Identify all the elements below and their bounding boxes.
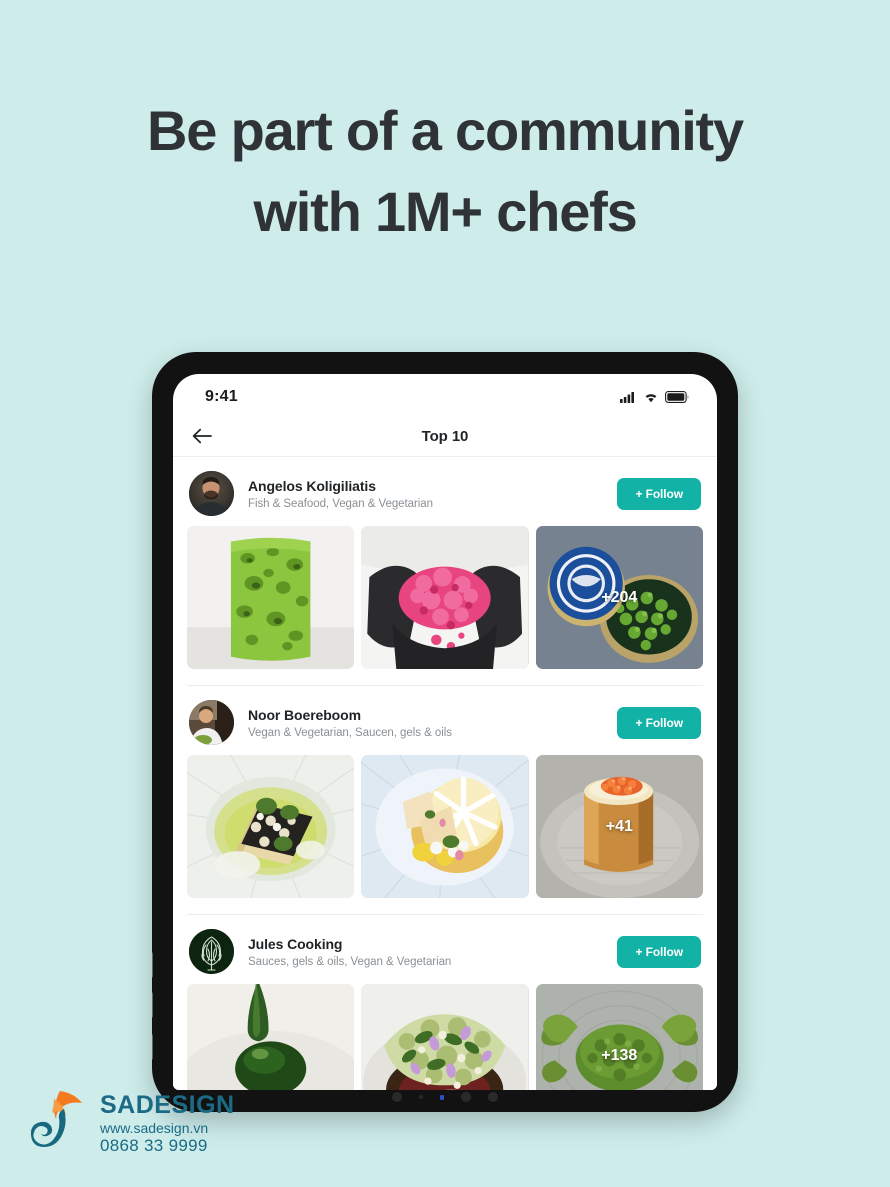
watermark-brand: SADESIGN	[100, 1090, 235, 1119]
headline-line-2: with 1M+ chefs	[253, 180, 637, 244]
follow-button[interactable]: + Follow	[617, 706, 701, 739]
status-bar: 9:41	[173, 374, 717, 416]
follow-button[interactable]: + Follow	[617, 935, 701, 968]
bezel-indicator-light	[440, 1094, 444, 1100]
screen-title: Top 10	[421, 427, 469, 445]
chef-tags: Vegan & Vegetarian, Saucen, gels & oils	[248, 726, 452, 739]
chef-photo-row: +204	[187, 526, 703, 685]
device-volume-down-button[interactable]	[152, 992, 153, 1018]
lemon-tart-plated-photo[interactable]	[361, 755, 529, 898]
photo-image	[535, 984, 703, 1090]
watermark-url: www.sadesign.vn	[100, 1119, 209, 1136]
green-caviar-tin-photo[interactable]: +204	[535, 526, 703, 669]
artichoke-logo-icon	[189, 929, 234, 974]
chef-photo-row: +138	[187, 984, 703, 1090]
chef-tags: Sauces, gels & oils, Vegan & Vegetarian	[248, 955, 452, 968]
app-navigation-bar: Top 10	[173, 416, 717, 457]
chef-info: Jules Cooking Sauces, gels & oils, Vegan…	[234, 936, 617, 968]
device-screen: 9:41 Top 10 Angelos Koligiliatis Fish & …	[173, 374, 717, 1090]
chef-row[interactable]: Noor Boereboom Vegan & Vegetarian, Sauce…	[187, 685, 703, 755]
page-title: Be part of a community with 1M+ chefs	[0, 88, 890, 254]
device-power-button[interactable]	[152, 1034, 153, 1060]
green-oil-tart-photo[interactable]	[187, 755, 355, 898]
wifi-icon	[645, 394, 657, 403]
headline-line-1: Be part of a community	[147, 99, 744, 162]
battery-icon	[665, 391, 689, 403]
chef-list: Angelos Koligiliatis Fish & Seafood, Veg…	[173, 457, 717, 1090]
chef-block: Noor Boereboom Vegan & Vegetarian, Sauce…	[173, 685, 717, 914]
status-bar-time: 9:41	[205, 388, 238, 405]
photo-image	[187, 755, 355, 898]
chef-info: Noor Boereboom Vegan & Vegetarian, Sauce…	[234, 707, 617, 739]
chef-row[interactable]: Angelos Koligiliatis Fish & Seafood, Veg…	[187, 457, 703, 526]
herb-crust-flowers-photo[interactable]	[361, 984, 529, 1090]
follow-button[interactable]: + Follow	[617, 477, 701, 510]
bezel-dot	[461, 1092, 471, 1102]
chef-name: Angelos Koligiliatis	[248, 477, 376, 494]
photo-more-count-badge: +138	[601, 1046, 638, 1064]
photo-image	[187, 526, 355, 669]
caviar-cylinder-photo[interactable]: +41	[535, 755, 703, 898]
chef-row[interactable]: Jules Cooking Sauces, gels & oils, Vegan…	[187, 914, 703, 984]
bezel-dot	[488, 1092, 498, 1102]
bezel-dot	[392, 1092, 402, 1102]
green-crab-photo[interactable]: +138	[535, 984, 703, 1090]
photo-image	[361, 755, 529, 898]
green-oil-droplets-photo[interactable]	[187, 984, 355, 1090]
chef-info: Angelos Koligiliatis Fish & Seafood, Veg…	[234, 478, 617, 510]
sadesign-logo	[30, 1091, 82, 1147]
device-bezel-indicators	[152, 1092, 738, 1102]
watermark-text: SADESIGN www.sadesign.vn 0868 33 9999	[100, 1090, 235, 1155]
chef-name: Jules Cooking	[248, 935, 343, 952]
chef-photo-row: +41	[187, 755, 703, 914]
device-volume-up-button[interactable]	[152, 952, 153, 978]
chef-tags: Fish & Seafood, Vegan & Vegetarian	[248, 497, 433, 510]
photo-more-count-badge: +41	[605, 817, 633, 835]
pink-crumble-gloves-photo[interactable]	[361, 526, 529, 669]
green-sponge-cake-photo[interactable]	[187, 526, 355, 669]
photo-image	[361, 984, 529, 1090]
back-button[interactable]	[187, 422, 217, 450]
tablet-device-mockup: 9:41 Top 10 Angelos Koligiliatis Fish & …	[152, 352, 738, 1112]
chef-avatar-noor[interactable]	[189, 700, 234, 745]
avatar-portrait-image	[189, 700, 234, 745]
signal-icon	[620, 392, 634, 403]
status-bar-icons	[620, 391, 689, 403]
photo-image	[361, 526, 529, 669]
chef-block: Angelos Koligiliatis Fish & Seafood, Veg…	[173, 457, 717, 685]
chef-avatar-jules[interactable]	[189, 929, 234, 974]
chef-name: Noor Boereboom	[248, 706, 361, 723]
chef-avatar-angelos[interactable]	[189, 471, 234, 516]
bezel-dot-small	[419, 1095, 423, 1099]
watermark-phone: 0868 33 9999	[100, 1135, 208, 1155]
photo-image	[187, 984, 355, 1090]
photo-more-count-badge: +204	[601, 588, 638, 606]
sadesign-watermark: SADESIGN www.sadesign.vn 0868 33 9999	[30, 1087, 235, 1159]
avatar-portrait-image	[189, 471, 234, 516]
arrow-left-icon	[192, 428, 212, 444]
chef-block: Jules Cooking Sauces, gels & oils, Vegan…	[173, 914, 717, 1090]
